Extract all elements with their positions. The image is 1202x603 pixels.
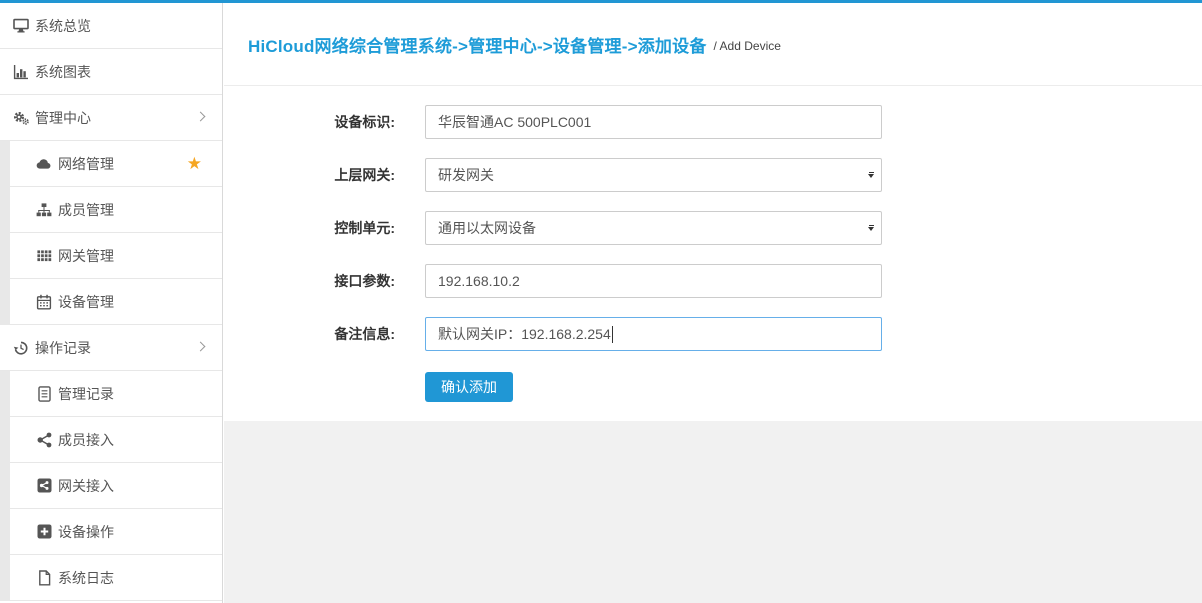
text-cursor <box>612 326 613 343</box>
calendar-icon <box>35 294 53 310</box>
gears-icon <box>12 110 30 126</box>
page-header: HiCloud网络综合管理系统->管理中心->设备管理->添加设备 / Add … <box>224 3 1202 86</box>
form-row-interface-params: 接口参数: <box>318 264 1202 298</box>
sidebar-item-device-management[interactable]: 设备管理 <box>0 279 222 325</box>
sidebar-item-system-overview[interactable]: 系统总览 <box>0 3 222 49</box>
sidebar-item-gateway-access[interactable]: 网关接入 <box>0 463 222 509</box>
breadcrumb: HiCloud网络综合管理系统->管理中心->设备管理->添加设备 <box>248 32 707 57</box>
sidebar-item-member-management[interactable]: 成员管理 <box>0 187 222 233</box>
dropdown-arrow-icon <box>868 172 874 178</box>
confirm-add-button[interactable]: 确认添加 <box>425 372 513 402</box>
cloud-icon <box>35 156 53 172</box>
sidebar-item-operation-records[interactable]: 操作记录 <box>0 325 222 371</box>
file-text-icon <box>35 386 53 402</box>
plus-square-icon <box>35 524 53 540</box>
form-row-upper-gateway: 上层网关: 研发网关 <box>318 158 1202 192</box>
control-unit-select[interactable]: 通用以太网设备 <box>425 211 882 245</box>
upper-gateway-selected-value: 研发网关 <box>438 165 494 185</box>
sidebar-item-member-access[interactable]: 成员接入 <box>0 417 222 463</box>
remarks-value: 默认网关IP：192.168.2.254 <box>438 324 611 344</box>
sidebar-item-label: 成员接入 <box>58 430 114 450</box>
sidebar-item-label: 网络管理 <box>58 154 114 174</box>
sidebar-item-label: 管理记录 <box>58 384 114 404</box>
sidebar-item-label: 系统日志 <box>58 568 114 588</box>
sitemap-icon <box>35 202 53 218</box>
sidebar-item-label: 网关管理 <box>58 246 114 266</box>
file-icon <box>35 570 53 586</box>
control-unit-selected-value: 通用以太网设备 <box>438 218 536 238</box>
chevron-right-icon <box>196 341 206 351</box>
sidebar-item-gateway-management[interactable]: 网关管理 <box>0 233 222 279</box>
top-accent-bar <box>0 0 1202 3</box>
chevron-right-icon <box>196 111 206 121</box>
grid-icon <box>35 248 53 264</box>
add-device-form: 设备标识: 上层网关: 研发网关 控制单元: 通用以太网设备 接口参数: 备注信… <box>224 86 1202 421</box>
share-icon <box>35 432 53 448</box>
sidebar-item-label: 成员管理 <box>58 200 114 220</box>
sidebar-item-admin-center[interactable]: 管理中心 <box>0 95 222 141</box>
control-unit-label: 控制单元: <box>318 218 395 238</box>
sidebar: 系统总览 系统图表 管理中心 网络管理 ★ 成员管理 网关管理 <box>0 3 223 603</box>
dropdown-arrow-icon <box>868 225 874 231</box>
sidebar-item-device-operations[interactable]: 设备操作 <box>0 509 222 555</box>
sidebar-item-label: 管理中心 <box>35 108 91 128</box>
remarks-label: 备注信息: <box>318 324 395 344</box>
sidebar-item-label: 设备操作 <box>58 522 114 542</box>
sidebar-item-network-management[interactable]: 网络管理 ★ <box>0 141 222 187</box>
page-subtitle: / Add Device <box>714 39 781 53</box>
sidebar-item-label: 系统总览 <box>35 16 91 36</box>
sidebar-item-system-charts[interactable]: 系统图表 <box>0 49 222 95</box>
desktop-icon <box>12 18 30 34</box>
device-id-input[interactable] <box>425 105 882 139</box>
sidebar-item-system-logs[interactable]: 系统日志 <box>0 555 222 601</box>
device-id-label: 设备标识: <box>318 112 395 132</box>
main-content: HiCloud网络综合管理系统->管理中心->设备管理->添加设备 / Add … <box>224 3 1202 603</box>
history-icon <box>12 340 30 356</box>
sidebar-item-admin-records[interactable]: 管理记录 <box>0 371 222 417</box>
favorite-star-icon[interactable]: ★ <box>187 154 202 171</box>
upper-gateway-label: 上层网关: <box>318 165 395 185</box>
interface-params-input[interactable] <box>425 264 882 298</box>
form-row-remarks: 备注信息: 默认网关IP：192.168.2.254 <box>318 317 1202 351</box>
share-square-icon <box>35 478 53 494</box>
upper-gateway-select[interactable]: 研发网关 <box>425 158 882 192</box>
form-row-device-id: 设备标识: <box>318 105 1202 139</box>
interface-params-label: 接口参数: <box>318 271 395 291</box>
sidebar-item-label: 网关接入 <box>58 476 114 496</box>
sidebar-item-label: 设备管理 <box>58 292 114 312</box>
form-row-control-unit: 控制单元: 通用以太网设备 <box>318 211 1202 245</box>
remarks-input[interactable]: 默认网关IP：192.168.2.254 <box>425 317 882 351</box>
bar-chart-icon <box>12 64 30 80</box>
sidebar-item-label: 操作记录 <box>35 338 91 358</box>
sidebar-item-label: 系统图表 <box>35 62 91 82</box>
